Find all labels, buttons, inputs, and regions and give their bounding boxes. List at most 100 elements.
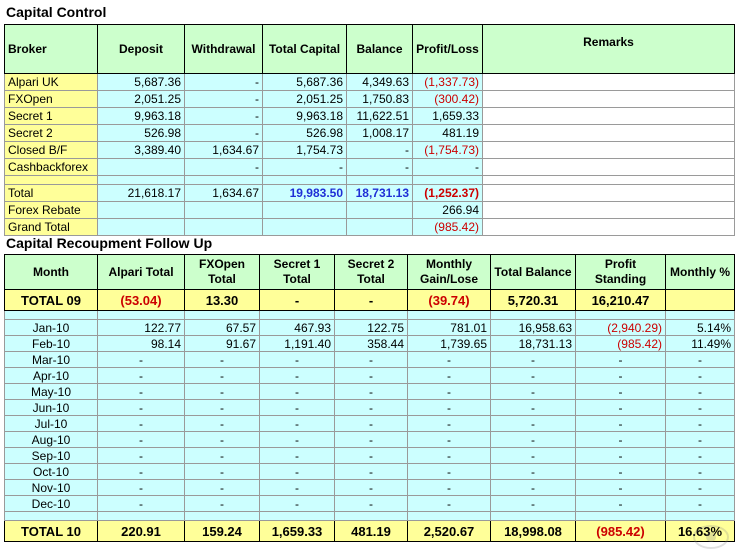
- cell-total-capital: 2,051.25: [262, 90, 347, 108]
- empty-cell: [346, 218, 413, 236]
- spacer-cell: [490, 511, 576, 521]
- total-10-row-secret1: 1,659.33: [259, 520, 335, 542]
- cell-withdrawal: -: [184, 124, 263, 142]
- month-secret2: -: [334, 399, 408, 416]
- month-label: Nov-10: [4, 479, 98, 496]
- month-alpari: -: [97, 495, 185, 512]
- total-09-row-fxopen: 13.30: [184, 289, 260, 311]
- empty-cell: [262, 201, 347, 219]
- month-fxopen: -: [184, 479, 260, 496]
- month-label: Jul-10: [4, 415, 98, 432]
- spacer-cell: [575, 310, 666, 320]
- spacer-cell: [575, 511, 666, 521]
- month-label: Mar-10: [4, 351, 98, 368]
- spacer-cell: [97, 511, 185, 521]
- month-secret2: -: [334, 447, 408, 464]
- header-profit-loss: Profit/Loss: [412, 24, 483, 74]
- total-profit-loss: (1,252.37): [412, 184, 483, 202]
- month-balance: -: [490, 463, 576, 480]
- empty-cell: [262, 218, 347, 236]
- month-pct: -: [665, 399, 735, 416]
- spacer-cell: [482, 175, 735, 185]
- month-balance: -: [490, 399, 576, 416]
- month-alpari: -: [97, 447, 185, 464]
- watermark-logo-icon: [693, 525, 729, 549]
- cell-profit-loss: (300.42): [412, 90, 483, 108]
- grand-total-row: Grand Total (985.42): [4, 218, 735, 236]
- month-balance: -: [490, 447, 576, 464]
- month-row: Jan-10 122.77 67.57 467.93 122.75 781.01 16,95…: [4, 319, 735, 336]
- month-fxopen: -: [184, 367, 260, 384]
- empty-cell: [184, 218, 263, 236]
- header-month: Month: [4, 254, 98, 290]
- month-standing: -: [575, 415, 666, 432]
- month-standing: -: [575, 447, 666, 464]
- total-10-row-fxopen: 159.24: [184, 520, 260, 542]
- month-alpari: -: [97, 399, 185, 416]
- header-broker: Broker: [4, 24, 98, 74]
- recoupment-title: Capital Recoupment Follow Up: [6, 235, 213, 251]
- remarks-cell: [482, 158, 735, 176]
- broker-name: Cashbackforex: [4, 158, 98, 176]
- month-standing: -: [575, 399, 666, 416]
- month-secret1: -: [259, 351, 335, 368]
- month-secret2: -: [334, 415, 408, 432]
- broker-row: Secret 2 526.98-526.98 1,008.17 481.19: [4, 124, 735, 142]
- empty-cell: [346, 201, 413, 219]
- header-secret2-total: Secret 2 Total: [334, 254, 408, 290]
- spacer-cell: [4, 175, 98, 185]
- total-09-row-pct: [665, 289, 735, 311]
- month-pct: -: [665, 463, 735, 480]
- month-gain: -: [407, 367, 491, 384]
- remarks-cell: [482, 90, 735, 108]
- month-secret2: -: [334, 383, 408, 400]
- cell-withdrawal: -: [184, 73, 263, 91]
- empty-cell: [97, 218, 185, 236]
- total-09-row-alpari: (53.04): [97, 289, 185, 311]
- month-gain: -: [407, 351, 491, 368]
- header-monthly-gain: Monthly Gain/Lose: [407, 254, 491, 290]
- cell-deposit: 526.98: [97, 124, 185, 142]
- month-secret2: 358.44: [334, 335, 408, 352]
- month-alpari: -: [97, 367, 185, 384]
- total-09-row-standing: 16,210.47: [575, 289, 666, 311]
- spacer-cell: [259, 511, 335, 521]
- spacer-cell: [262, 175, 347, 185]
- spacer-cell: [412, 175, 483, 185]
- month-alpari: 98.14: [97, 335, 185, 352]
- cell-balance: 4,349.63: [346, 73, 413, 91]
- capital-control-title: Capital Control: [6, 4, 107, 20]
- total-09-row-secret2: -: [334, 289, 408, 311]
- header-secret1-total: Secret 1 Total: [259, 254, 335, 290]
- month-row: Nov-10- - - - - - - -: [4, 479, 735, 496]
- month-row: Dec-10- - - - - - - -: [4, 495, 735, 512]
- total-10-row: TOTAL 10 220.91 159.24 1,659.33 481.19 2,520.…: [4, 520, 735, 542]
- month-fxopen: -: [184, 415, 260, 432]
- cell-total-capital: 526.98: [262, 124, 347, 142]
- month-standing: -: [575, 431, 666, 448]
- month-secret1: -: [259, 479, 335, 496]
- month-gain: -: [407, 431, 491, 448]
- spacer-cell: [346, 175, 413, 185]
- month-secret1: 467.93: [259, 319, 335, 336]
- cell-profit-loss: 1,659.33: [412, 107, 483, 125]
- total-10-row-label: TOTAL 10: [4, 520, 98, 542]
- broker-name: Closed B/F: [4, 141, 98, 159]
- month-secret1: -: [259, 447, 335, 464]
- month-gain: -: [407, 383, 491, 400]
- month-secret1: -: [259, 495, 335, 512]
- total-09-row-balance: 5,720.31: [490, 289, 576, 311]
- cell-profit-loss: 481.19: [412, 124, 483, 142]
- spacer-cell: [4, 310, 98, 320]
- header-remarks: Remarks: [482, 24, 735, 74]
- month-balance: 18,731.13: [490, 335, 576, 352]
- cell-profit-loss: (1,754.73): [412, 141, 483, 159]
- month-label: Jan-10: [4, 319, 98, 336]
- total-09-row-label: TOTAL 09: [4, 289, 98, 311]
- month-label: Dec-10: [4, 495, 98, 512]
- total-row: Total 21,618.17 1,634.67 19,983.50 18,731.13…: [4, 184, 735, 202]
- total-10-row-alpari: 220.91: [97, 520, 185, 542]
- total-09-row-secret1: -: [259, 289, 335, 311]
- month-balance: -: [490, 479, 576, 496]
- cell-withdrawal: 1,634.67: [184, 141, 263, 159]
